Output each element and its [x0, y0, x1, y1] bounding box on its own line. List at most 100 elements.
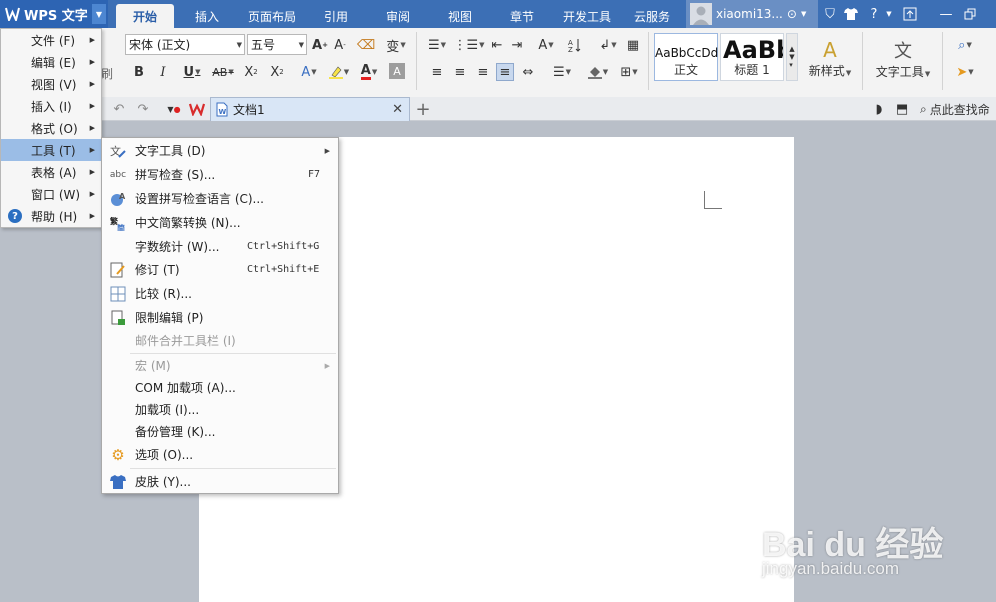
- menu-item-restrict-edit[interactable]: 限制编辑 (P): [102, 306, 338, 329]
- help-icon[interactable]: ?: [866, 6, 882, 22]
- sort-icon[interactable]: AZ: [566, 36, 584, 54]
- compare-icon: [110, 286, 126, 302]
- style-heading-1[interactable]: AaBb 标题 1: [720, 33, 784, 81]
- tab-home[interactable]: 开始: [116, 4, 174, 28]
- document-tab[interactable]: W 文档1 ✕: [210, 97, 410, 121]
- select-icon[interactable]: ➤ ▼: [950, 63, 980, 81]
- tab-developer[interactable]: 开发工具: [556, 4, 618, 28]
- tab-references[interactable]: 引用: [310, 4, 362, 28]
- align-left-icon[interactable]: ≡: [428, 63, 446, 81]
- underline-icon[interactable]: U ▼: [178, 63, 206, 81]
- superscript-icon[interactable]: X2: [242, 63, 260, 81]
- find-replace-icon[interactable]: ⌕ ▼: [950, 36, 980, 54]
- text-tools-button[interactable]: 文 文字工具▼: [870, 34, 936, 82]
- bullets-icon[interactable]: ☰ ▼: [422, 36, 452, 54]
- show-marks-icon[interactable]: ↲ ▼: [594, 36, 622, 54]
- menu-item-view[interactable]: 视图 (V) ▶: [1, 73, 101, 95]
- menu-item-file[interactable]: 文件 (F) ▶: [1, 29, 101, 51]
- highlight-icon[interactable]: ▼: [326, 63, 352, 81]
- font-name-value: 宋体 (正文): [129, 38, 191, 52]
- clear-format-icon[interactable]: ⌫: [357, 36, 375, 54]
- menu-item-addins[interactable]: 加载项 (I)...: [102, 398, 338, 421]
- subscript-icon[interactable]: X2: [268, 63, 286, 81]
- restore-window-icon[interactable]: [962, 6, 978, 22]
- menu-item-spellcheck[interactable]: abc 拼写检查 (S)... F7: [102, 163, 338, 186]
- cloud-sync-icon[interactable]: ⛉: [822, 6, 838, 22]
- menu-item-table[interactable]: 表格 (A) ▶: [1, 161, 101, 183]
- table-icon[interactable]: ▦: [624, 36, 642, 54]
- menu-item-com-addins[interactable]: COM 加载项 (A)...: [102, 376, 338, 399]
- user-dropdown-icon[interactable]: ▼: [801, 10, 806, 18]
- tab-cloud[interactable]: 云服务: [624, 4, 680, 28]
- font-name-combo[interactable]: 宋体 (正文) ▼: [125, 34, 245, 55]
- italic-icon[interactable]: I: [154, 63, 172, 81]
- divider: [862, 32, 863, 90]
- increase-indent-icon[interactable]: ⇥: [508, 36, 526, 54]
- style-gallery-scroll[interactable]: ▲ ▼ ▾: [786, 33, 798, 81]
- menu-item-backup[interactable]: 备份管理 (K)...: [102, 420, 338, 443]
- bold-icon[interactable]: B: [130, 63, 148, 81]
- shrink-font-icon[interactable]: A-: [331, 36, 349, 54]
- text-effect-icon[interactable]: A ▼: [296, 63, 322, 81]
- phonetic-guide-icon[interactable]: 变 ▼: [383, 36, 409, 55]
- menu-item-options[interactable]: ⚙ 选项 (O)...: [102, 443, 338, 466]
- menu-item-help[interactable]: ? 帮助 (H) ▶: [1, 205, 101, 227]
- user-account[interactable]: xiaomi13... ⊙ ▼: [686, 0, 818, 28]
- menu-item-macro: 宏 (M) ▶: [102, 354, 338, 377]
- menu-item-format[interactable]: 格式 (O) ▶: [1, 117, 101, 139]
- app-menu-dropdown-icon[interactable]: ▼: [92, 4, 106, 24]
- distribute-icon[interactable]: ⇔: [519, 63, 537, 81]
- menu-item-text-tools[interactable]: 文 文字工具 (D) ▶: [102, 139, 338, 162]
- char-shading-icon[interactable]: A: [389, 63, 405, 79]
- panel-toggle-icon[interactable]: ◗: [870, 100, 888, 118]
- redo-icon[interactable]: ↷: [134, 100, 152, 118]
- menu-item-compare[interactable]: 比较 (R)...: [102, 282, 338, 305]
- menu-label: 皮肤 (Y)...: [135, 475, 191, 489]
- share-upload-icon[interactable]: [902, 6, 918, 22]
- tab-review[interactable]: 审阅: [372, 4, 424, 28]
- menu-item-word-count[interactable]: 字数统计 (W)... Ctrl+Shift+G: [102, 235, 338, 258]
- close-tab-icon[interactable]: ✕: [392, 102, 403, 117]
- menu-item-mail-merge-toolbar: 邮件合并工具栏 (I): [102, 329, 338, 352]
- menu-label: 工具 (T): [31, 143, 76, 158]
- menu-item-tools[interactable]: 工具 (T) ▶: [1, 139, 101, 161]
- tab-insert[interactable]: 插入: [180, 4, 234, 28]
- font-color-icon[interactable]: A ▼: [356, 63, 382, 81]
- line-spacing-icon[interactable]: ☰ ▼: [548, 63, 576, 81]
- menu-item-edit[interactable]: 编辑 (E) ▶: [1, 51, 101, 73]
- chevron-right-icon: ▶: [89, 58, 95, 66]
- numbering-icon[interactable]: ⋮☰ ▼: [453, 36, 484, 54]
- font-size-combo[interactable]: 五号 ▼: [247, 34, 307, 55]
- strikethrough-icon[interactable]: AB ▼: [208, 63, 238, 81]
- decrease-indent-icon[interactable]: ⇤: [488, 36, 506, 54]
- minimize-icon[interactable]: —: [938, 6, 954, 22]
- align-right-icon[interactable]: ≡: [474, 63, 492, 81]
- justify-icon[interactable]: ≡: [496, 63, 514, 81]
- chinese-layout-icon[interactable]: A ▼: [532, 36, 560, 54]
- skin-shirt-icon[interactable]: [843, 6, 859, 22]
- align-center-icon[interactable]: ≡: [451, 63, 469, 81]
- borders-icon[interactable]: ⊞ ▼: [615, 63, 643, 81]
- menu-item-chinese-convert[interactable]: 繁简 中文简繁转换 (N)...: [102, 211, 338, 234]
- help-dropdown-icon[interactable]: ▼: [881, 6, 897, 22]
- style-normal[interactable]: AaBbCcDd 正文: [654, 33, 718, 81]
- menu-item-revision[interactable]: 修订 (T) Ctrl+Shift+E: [102, 258, 338, 281]
- quick-access-dropdown-icon[interactable]: ▼ ●: [164, 100, 184, 118]
- tab-section[interactable]: 章节: [496, 4, 548, 28]
- menu-item-window[interactable]: 窗口 (W) ▶: [1, 183, 101, 205]
- app-menu-button[interactable]: WPS 文字 ▼: [0, 0, 108, 28]
- menu-item-insert[interactable]: 插入 (I) ▶: [1, 95, 101, 117]
- paragraph-shading-icon[interactable]: ▼: [583, 63, 613, 81]
- undo-icon[interactable]: ↶: [110, 100, 128, 118]
- chevron-right-icon: ▶: [89, 212, 95, 220]
- tab-page-layout[interactable]: 页面布局: [240, 4, 304, 28]
- menu-label: 限制编辑 (P): [135, 311, 204, 325]
- menu-item-skin[interactable]: 皮肤 (Y)...: [102, 470, 338, 493]
- command-search[interactable]: ⌕ 点此查找命: [920, 101, 990, 118]
- new-style-button[interactable]: A 新样式▼: [804, 34, 856, 82]
- tab-view[interactable]: 视图: [434, 4, 486, 28]
- comment-icon[interactable]: ⬒: [893, 100, 911, 118]
- new-tab-icon[interactable]: +: [414, 99, 432, 120]
- grow-font-icon[interactable]: A +: [311, 36, 329, 54]
- menu-item-spell-language[interactable]: A 设置拼写检查语言 (C)...: [102, 187, 338, 210]
